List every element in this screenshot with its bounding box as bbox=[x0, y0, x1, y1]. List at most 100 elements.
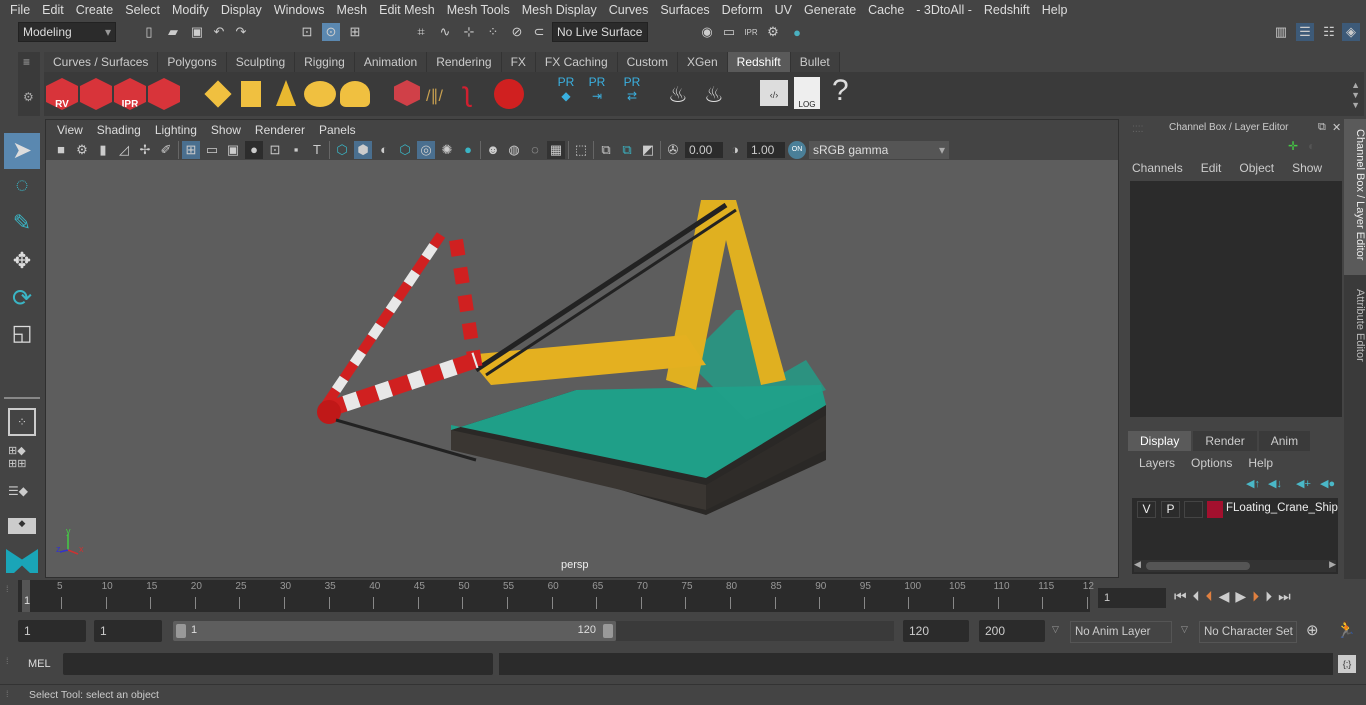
single-perspective-layout-icon[interactable]: ⁘ bbox=[8, 408, 36, 436]
move-tool-icon[interactable]: ✥ bbox=[4, 248, 40, 282]
tab-bullet[interactable]: Bullet bbox=[790, 52, 840, 72]
open-scene-icon[interactable]: ▰ bbox=[164, 23, 182, 41]
rs-sun-sky-icon[interactable] bbox=[340, 81, 370, 107]
menu-uv[interactable]: UV bbox=[769, 3, 798, 17]
tab-rendering[interactable]: Rendering bbox=[427, 52, 502, 72]
rs-pr-object-icon[interactable]: PR ◆ bbox=[556, 75, 576, 103]
rotate-tool-icon[interactable]: ⟳ bbox=[4, 284, 40, 318]
anim-layer-dropdown[interactable]: No Anim Layer bbox=[1070, 621, 1172, 643]
rs-bake-set-icon[interactable]: ♨ bbox=[704, 82, 724, 108]
live-surface-field[interactable]: No Live Surface bbox=[552, 22, 648, 42]
smooth-shade-icon[interactable]: ⬢ bbox=[354, 140, 372, 159]
float-panel-icon[interactable]: ⧉ bbox=[1318, 121, 1326, 134]
menu-generate[interactable]: Generate bbox=[798, 3, 862, 17]
layer-display-type-toggle[interactable] bbox=[1184, 501, 1203, 518]
snap-point-icon[interactable]: ⊹ bbox=[460, 23, 478, 41]
time-slider[interactable]: 1 5 10 15 20 25 30 35 40 45 50 55 60 65 70 75 80 85 90 95 1… bbox=[18, 580, 1094, 612]
rs-portal-light-icon[interactable] bbox=[240, 80, 262, 108]
xray-joints-icon[interactable]: ⧉ bbox=[618, 141, 636, 159]
step-forward-frame-icon[interactable]: ⏵ bbox=[1265, 588, 1272, 605]
tab-rigging[interactable]: Rigging bbox=[295, 52, 355, 72]
scale-tool-icon[interactable]: ◱ bbox=[4, 320, 40, 354]
render-view-icon[interactable]: ◉ bbox=[698, 23, 716, 41]
menu-surfaces[interactable]: Surfaces bbox=[654, 3, 715, 17]
auto-key-icon[interactable]: ⊕ bbox=[1306, 621, 1319, 639]
isolate-select-icon[interactable]: ⬚ bbox=[572, 141, 590, 159]
tool-settings-toggle-icon[interactable]: ☷ bbox=[1320, 23, 1338, 41]
tab-custom[interactable]: Custom bbox=[617, 52, 678, 72]
current-frame-field[interactable]: 1 bbox=[1098, 588, 1166, 608]
snap-view-plane-icon[interactable]: ⁘ bbox=[484, 23, 502, 41]
grease-pencil-icon[interactable]: ✐ bbox=[157, 141, 175, 159]
tab-fx-caching[interactable]: FX Caching bbox=[535, 52, 618, 72]
graph-layout-icon[interactable]: ◆ bbox=[8, 518, 36, 534]
vp-menu-renderer[interactable]: Renderer bbox=[248, 123, 312, 137]
tab-display[interactable]: Display bbox=[1128, 431, 1192, 451]
xray-icon[interactable]: ⧉ bbox=[597, 141, 615, 159]
rs-bake-icon[interactable]: ♨ bbox=[668, 82, 688, 108]
ipr-render-icon[interactable]: IPR bbox=[742, 23, 760, 41]
tab-attribute-editor[interactable]: Attribute Editor bbox=[1344, 283, 1366, 379]
character-set-dropdown[interactable]: No Character Set bbox=[1199, 621, 1297, 643]
menu-select[interactable]: Select bbox=[119, 3, 166, 17]
gamma-field[interactable]: 1.00 bbox=[747, 141, 785, 158]
rs-pr-export-icon[interactable]: PR ⇥ bbox=[586, 75, 608, 103]
move-layer-up-icon[interactable]: ◀↑ bbox=[1246, 477, 1260, 490]
go-to-start-icon[interactable]: ⏮ bbox=[1174, 588, 1187, 605]
tab-curves-surfaces[interactable]: Curves / Surfaces bbox=[44, 52, 159, 72]
rs-proxy-icon[interactable] bbox=[394, 80, 420, 106]
range-slider[interactable]: 1 120 bbox=[173, 621, 616, 641]
move-layer-down-icon[interactable]: ◀↓ bbox=[1268, 477, 1282, 490]
shelf-gear-icon[interactable]: ⚙ bbox=[23, 90, 34, 104]
layer-playback-toggle[interactable]: P bbox=[1161, 501, 1180, 518]
rs-render-sequence-icon[interactable] bbox=[80, 78, 112, 110]
image-plane-icon[interactable]: ◿ bbox=[115, 141, 133, 159]
hypershade-icon[interactable]: ● bbox=[788, 23, 806, 41]
menu-3dtoall[interactable]: - 3DtoAll - bbox=[910, 3, 978, 17]
attribute-editor-toggle-icon[interactable]: ☰ bbox=[1296, 23, 1314, 41]
resolution-gate-icon[interactable]: ▣ bbox=[224, 141, 242, 159]
gate-mask-icon[interactable]: ● bbox=[245, 140, 263, 159]
go-to-end-icon[interactable]: ⏭ bbox=[1278, 588, 1291, 605]
tab-render[interactable]: Render bbox=[1193, 431, 1257, 451]
tab-fx[interactable]: FX bbox=[501, 52, 536, 72]
channel-box-toggle-icon[interactable]: ◈ bbox=[1342, 23, 1360, 41]
use-all-lights-icon[interactable]: ✺ bbox=[438, 141, 456, 159]
menu-modify[interactable]: Modify bbox=[166, 3, 215, 17]
menu-edit-mesh[interactable]: Edit Mesh bbox=[373, 3, 441, 17]
xray-components-icon[interactable]: ◩ bbox=[639, 141, 657, 159]
new-scene-icon[interactable]: ▯ bbox=[140, 23, 158, 41]
four-view-layout-icon[interactable]: ⊞◆ ⊞⊞ bbox=[8, 445, 36, 473]
menu-display[interactable]: Display bbox=[215, 3, 268, 17]
menu-mesh-display[interactable]: Mesh Display bbox=[516, 3, 603, 17]
shelf-scroll-icon[interactable]: ▲ ▼ ▼ bbox=[1351, 80, 1360, 110]
vp-menu-lighting[interactable]: Lighting bbox=[148, 123, 204, 137]
new-layer-selected-icon[interactable]: ◀● bbox=[1320, 477, 1335, 490]
vp-menu-panels[interactable]: Panels bbox=[312, 123, 363, 137]
select-component-icon[interactable]: ⊞ bbox=[346, 23, 364, 41]
outliner-layout-icon[interactable]: ☰◆ bbox=[8, 484, 36, 512]
mel-label[interactable]: MEL bbox=[28, 658, 51, 670]
layer-name[interactable]: FLoating_Crane_Ship bbox=[1226, 502, 1338, 514]
play-backwards-icon[interactable]: ◀ bbox=[1219, 588, 1230, 605]
scroll-left-icon[interactable]: ◀ bbox=[1134, 559, 1141, 570]
wireframe-on-shaded-icon[interactable]: ⬡ bbox=[396, 141, 414, 159]
tab-redshift[interactable]: Redshift bbox=[727, 52, 791, 72]
le-menu-help[interactable]: Help bbox=[1248, 456, 1273, 470]
cb-menu-channels[interactable]: Channels bbox=[1132, 161, 1183, 175]
floating-crane-ship-model[interactable] bbox=[317, 200, 826, 515]
step-back-frame-icon[interactable]: ⏴ bbox=[1193, 588, 1200, 605]
step-forward-key-icon[interactable]: ⏵ bbox=[1252, 588, 1259, 605]
select-tool-icon[interactable]: ➤ bbox=[4, 133, 40, 169]
make-live-icon[interactable]: ⊂ bbox=[530, 23, 548, 41]
tab-anim[interactable]: Anim bbox=[1258, 431, 1311, 451]
menu-help[interactable]: Help bbox=[1036, 3, 1074, 17]
cb-menu-object[interactable]: Object bbox=[1239, 161, 1274, 175]
rs-help-icon[interactable]: ? bbox=[832, 74, 849, 108]
range-end-handle[interactable] bbox=[603, 624, 613, 638]
shadows-icon[interactable]: ● bbox=[459, 141, 477, 159]
layer-visibility-toggle[interactable]: V bbox=[1137, 501, 1156, 518]
start-time-field[interactable]: 1 bbox=[18, 620, 86, 642]
rs-render-view-icon[interactable]: RV bbox=[46, 78, 78, 110]
cb-menu-show[interactable]: Show bbox=[1292, 161, 1322, 175]
